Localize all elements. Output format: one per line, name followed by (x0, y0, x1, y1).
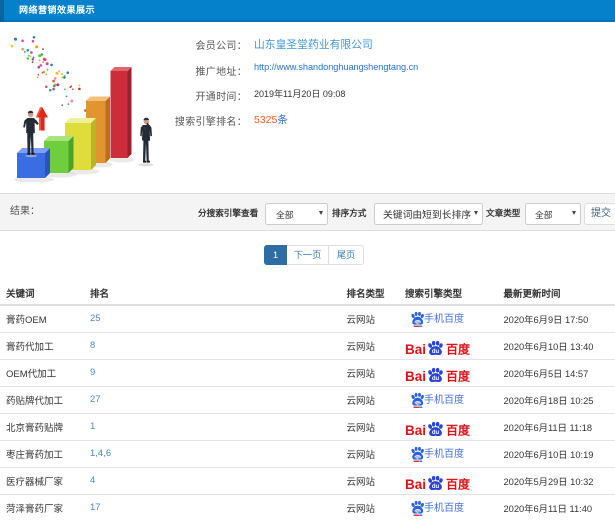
svg-text:du: du (432, 483, 440, 489)
svg-text:Bai: Bai (405, 423, 426, 438)
svg-text:百度: 百度 (446, 368, 471, 383)
svg-text:du: du (432, 429, 440, 435)
svg-text:百度: 百度 (446, 422, 471, 437)
svg-text:du: du (432, 348, 440, 354)
svg-text:Bai: Bai (405, 342, 426, 357)
svg-text:du: du (415, 454, 420, 459)
svg-text:百度: 百度 (446, 341, 471, 356)
svg-text:du: du (415, 320, 420, 325)
svg-text:Bai: Bai (405, 369, 426, 384)
svg-text:du: du (432, 375, 440, 381)
svg-text:du: du (415, 400, 420, 405)
svg-text:Bai: Bai (405, 477, 426, 492)
svg-text:du: du (415, 508, 420, 513)
svg-text:百度: 百度 (446, 476, 471, 491)
